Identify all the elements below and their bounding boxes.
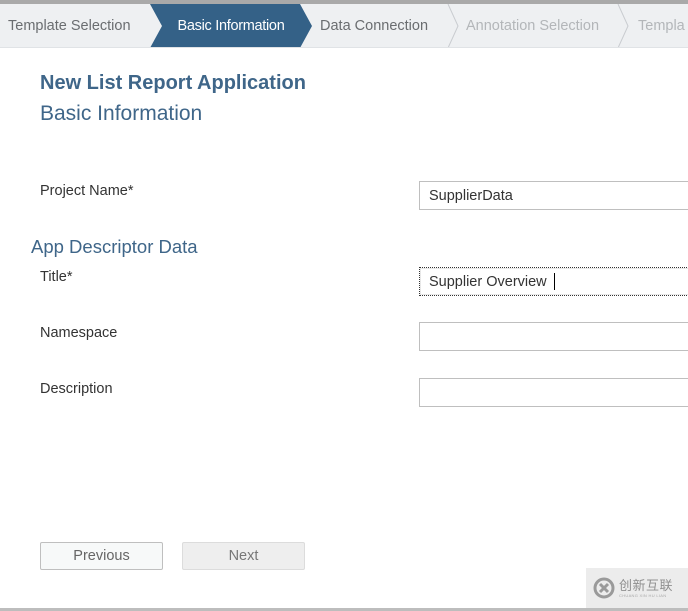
- wizard-step-data-connection[interactable]: Data Connection: [320, 4, 429, 47]
- text-cursor: [554, 273, 555, 290]
- app-descriptor-section-title: App Descriptor Data: [31, 236, 198, 257]
- title-label: Title*: [40, 269, 73, 285]
- wizard-step-label: Basic Information: [177, 18, 285, 34]
- wizard-step-template-selection[interactable]: Template Selection: [8, 4, 131, 47]
- project-name-input[interactable]: [419, 181, 688, 210]
- watermark-logo-icon: [592, 576, 616, 600]
- wizard-progress-bar: Template Selection Basic Information Dat…: [0, 4, 688, 48]
- watermark-text: 创新互联: [619, 577, 674, 593]
- project-name-label: Project Name*: [40, 183, 134, 199]
- wizard-step-basic-information[interactable]: Basic Information: [150, 4, 312, 48]
- wizard-step-annotation-selection[interactable]: Annotation Selection: [466, 4, 600, 47]
- page-title: New List Report Application: [40, 72, 306, 94]
- wizard-step-label: Templa: [638, 18, 685, 34]
- chevron-right-icon: [616, 4, 630, 47]
- wizard-step-label: Annotation Selection: [466, 18, 600, 34]
- description-input[interactable]: [419, 378, 688, 407]
- previous-button[interactable]: Previous: [40, 542, 163, 570]
- next-button[interactable]: Next: [182, 542, 305, 570]
- chevron-right-icon: [446, 4, 460, 47]
- wizard-step-template-customization[interactable]: Templa: [638, 4, 685, 47]
- page-subtitle: Basic Information: [40, 102, 203, 125]
- watermark: 创新互联 CHUANG XIN HU LIAN: [586, 568, 688, 608]
- namespace-input[interactable]: [419, 322, 688, 351]
- watermark-subtext: CHUANG XIN HU LIAN: [619, 592, 667, 598]
- namespace-label: Namespace: [40, 325, 118, 341]
- description-label: Description: [40, 381, 113, 397]
- wizard-step-label: Data Connection: [320, 18, 429, 34]
- wizard-step-label: Template Selection: [8, 18, 131, 34]
